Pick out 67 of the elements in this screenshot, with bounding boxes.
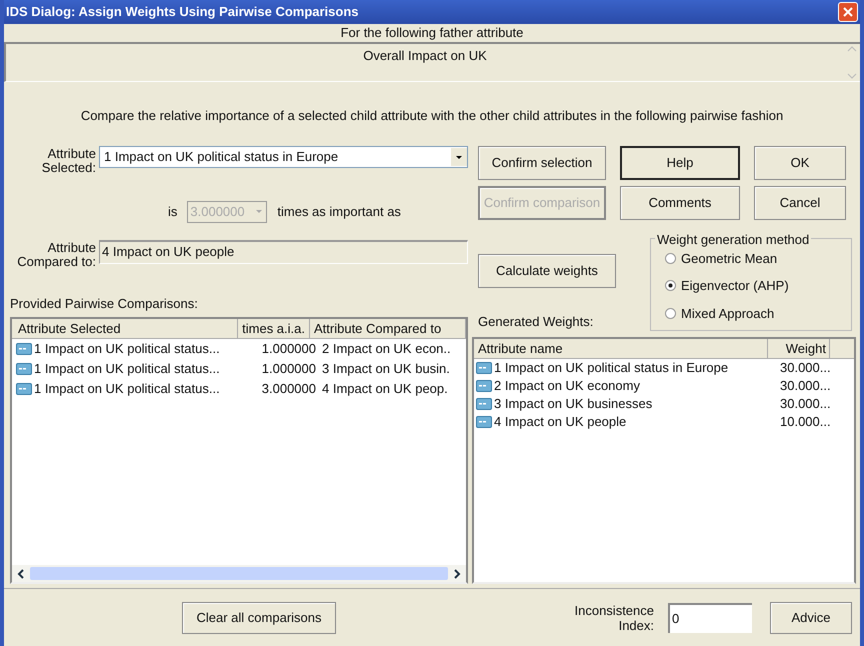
list-row[interactable]: 1 Impact on UK political status in Europe 30.000...: [474, 359, 854, 377]
table-cell-text: 1 Impact on UK political status...: [34, 360, 221, 378]
inconsistence-label: Inconsistence Index:: [574, 602, 654, 632]
father-heading: For the following father attribute: [340, 24, 524, 42]
generated-weights-title: Generated Weights:: [478, 312, 594, 331]
list-item-icon: [476, 380, 492, 392]
table-cell-text: 10.000...: [779, 413, 831, 432]
scroll-down-icon: [847, 73, 857, 79]
radio-option[interactable]: Geometric Mean: [665, 248, 851, 268]
field-label: Attribute Compared to:: [16, 240, 96, 268]
list-row[interactable]: 2 Impact on UK economy 30.000...: [474, 377, 854, 395]
table-cell-text: 3 Impact on UK busin.: [322, 360, 450, 378]
comparisons-title: Provided Pairwise Comparisons:: [10, 294, 199, 313]
column-header[interactable]: Attribute Selected: [12, 319, 238, 339]
list-item-icon: [16, 343, 32, 355]
table-cell-text: 4 Impact on UK people: [494, 413, 628, 432]
list-row[interactable]: 3 Impact on UK businesses 30.000...: [474, 395, 854, 413]
table-cell-text: 30.000...: [779, 359, 831, 378]
table-cell-text: 1.000000: [260, 360, 317, 378]
inconsistence-field[interactable]: 0: [668, 602, 752, 632]
radio-option[interactable]: Mixed Approach: [665, 304, 851, 323]
list-item-icon: [16, 363, 32, 375]
list-item-icon: [476, 398, 492, 410]
compared-attribute-field: 4 Impact on UK people: [99, 240, 468, 264]
dropdown-arrow-icon: [256, 210, 262, 213]
radio-option[interactable]: Eigenvector (AHP): [665, 276, 851, 296]
dialog-button[interactable]: Help: [620, 146, 740, 180]
instruction-text: Compare the relative importance of a selected child attribute with the other child attributes in the following pairwise fashion: [80, 107, 784, 125]
clear-comparisons-button[interactable]: Clear all comparisons: [182, 602, 336, 634]
table-cell-text: 30.000...: [779, 395, 831, 414]
list-item-icon: [16, 383, 32, 395]
dialog-button[interactable]: Comments: [620, 186, 740, 220]
table-cell-text: 3.000000: [260, 380, 317, 398]
table-cell-text: 1.000000: [260, 340, 317, 358]
dialog-button[interactable]: Cancel: [754, 186, 846, 220]
column-header[interactable]: Weight: [768, 339, 830, 359]
dialog-button[interactable]: Calculate weights: [478, 254, 616, 288]
field-label: Attribute Selected:: [40, 146, 96, 174]
table-cell-text: 3 Impact on UK businesses: [494, 395, 654, 414]
list-row[interactable]: 1 Impact on UK political status... 1.000000 3 Impact on UK busin.: [12, 359, 466, 379]
table-cell-text: 2 Impact on UK economy: [494, 377, 641, 396]
list-row[interactable]: 4 Impact on UK people 10.000...: [474, 413, 854, 431]
close-icon: [843, 7, 853, 17]
list-row[interactable]: 1 Impact on UK political status... 3.000000 4 Impact on UK peop.: [12, 379, 466, 399]
window-title: IDS Dialog: Assign Weights Using Pairwise Comparisons: [6, 3, 359, 22]
attribute-dropdown[interactable]: 1 Impact on UK political status in Europe: [99, 146, 468, 168]
dialog-button[interactable]: Confirm selection: [478, 146, 606, 180]
table-cell-text: 2 Impact on UK econ..: [322, 340, 451, 358]
column-header[interactable]: times a.i.a.: [238, 319, 310, 339]
table-cell-text: 1 Impact on UK political status in Europe: [494, 359, 730, 378]
list-row[interactable]: 1 Impact on UK political status... 1.000000 2 Impact on UK econ..: [12, 339, 466, 359]
table-cell-text: 4 Impact on UK peop.: [322, 380, 448, 398]
column-header[interactable]: Attribute name: [474, 339, 768, 359]
advice-button[interactable]: Advice: [770, 602, 852, 634]
column-header[interactable]: Attribute Compared to: [310, 319, 466, 339]
list-item-icon: [476, 416, 492, 428]
table-cell-text: 30.000...: [779, 377, 831, 396]
is-label: is: [168, 202, 178, 221]
table-cell-text: 1 Impact on UK political status...: [34, 380, 221, 398]
list-item-icon: [476, 362, 492, 374]
ratio-suffix: times as important as: [277, 202, 401, 221]
close-button[interactable]: [838, 2, 858, 22]
scroll-thumb[interactable]: [30, 567, 448, 580]
father-attribute-value: Overall Impact on UK: [362, 47, 488, 65]
scroll-up-icon: [847, 46, 857, 52]
dialog-button[interactable]: OK: [754, 146, 846, 180]
table-cell-text: 1 Impact on UK political status...: [34, 340, 221, 358]
